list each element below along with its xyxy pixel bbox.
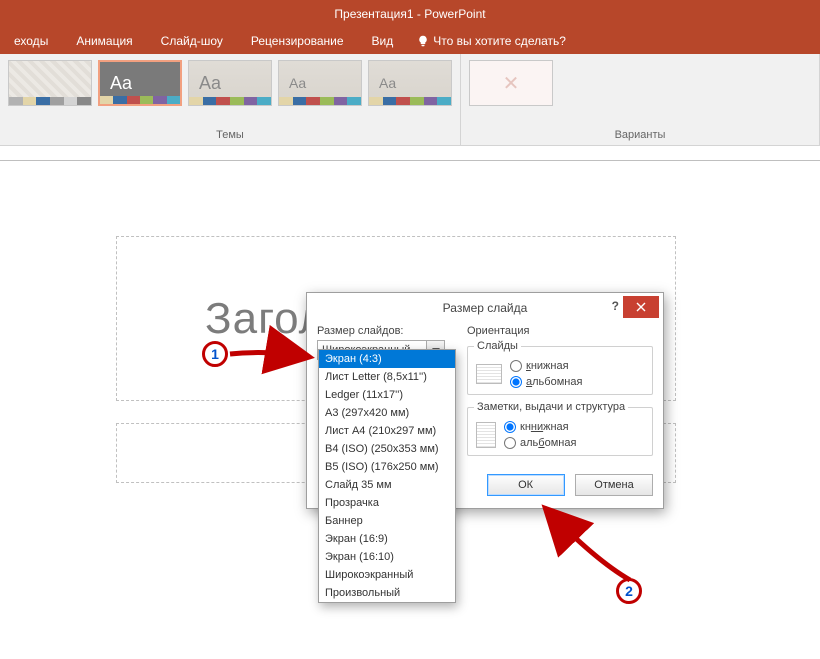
dropdown-option[interactable]: Произвольный <box>319 584 455 602</box>
group-label-variants: Варианты <box>469 127 811 145</box>
radio-slides-portrait[interactable]: книжная <box>510 360 582 372</box>
group-label-themes: Темы <box>8 127 452 145</box>
lightbulb-icon <box>417 35 429 47</box>
orientation-label: Ориентация <box>467 325 653 337</box>
orientation-thumb-icon <box>476 364 502 384</box>
dropdown-option[interactable]: B5 (ISO) (176x250 мм) <box>319 458 455 476</box>
ribbon-tabs: еходы Анимация Слайд-шоу Рецензирование … <box>0 28 820 54</box>
dialog-title: Размер слайда <box>443 301 528 315</box>
tab-animation[interactable]: Анимация <box>62 30 146 54</box>
tab-slideshow[interactable]: Слайд-шоу <box>147 30 237 54</box>
group-variants: ✕ Варианты <box>461 54 820 145</box>
cancel-button[interactable]: Отмена <box>575 474 653 496</box>
radio-notes-landscape[interactable]: альбомная <box>504 437 576 449</box>
radio-notes-portrait[interactable]: кннижная <box>504 421 576 433</box>
theme-thumbnail[interactable] <box>8 60 92 106</box>
slide-size-dialog: Размер слайда ? Размер слайдов: Широкоэк… <box>306 292 664 509</box>
dropdown-option[interactable]: A3 (297x420 мм) <box>319 404 455 422</box>
titlebar: Презентация1 - PowerPoint <box>0 0 820 28</box>
radio-slides-landscape[interactable]: альбомная <box>510 376 582 388</box>
orientation-thumb-icon <box>476 422 496 448</box>
dropdown-option[interactable]: Экран (4:3) <box>319 350 455 368</box>
tab-review[interactable]: Рецензирование <box>237 30 358 54</box>
dropdown-option[interactable]: Слайд 35 мм <box>319 476 455 494</box>
orientation-slides-group: Слайды книжная альбомная <box>467 340 653 395</box>
theme-thumbnail-selected[interactable]: Aa <box>98 60 182 106</box>
dropdown-option[interactable]: Ledger (11x17'') <box>319 386 455 404</box>
size-dropdown-list[interactable]: Экран (4:3) Лист Letter (8,5x11'') Ledge… <box>318 349 456 603</box>
dropdown-option[interactable]: Экран (16:9) <box>319 530 455 548</box>
theme-thumbnail[interactable]: Aa <box>368 60 452 106</box>
annotation-badge-2: 2 <box>616 578 642 604</box>
tab-transitions[interactable]: еходы <box>0 30 62 54</box>
dropdown-option[interactable]: Прозрачка <box>319 494 455 512</box>
dialog-titlebar[interactable]: Размер слайда ? <box>307 293 663 323</box>
close-icon <box>636 302 646 312</box>
variant-thumbnail[interactable]: ✕ <box>469 60 553 106</box>
dropdown-option[interactable]: Баннер <box>319 512 455 530</box>
x-icon: ✕ <box>503 71 520 96</box>
dropdown-option[interactable]: Лист Letter (8,5x11'') <box>319 368 455 386</box>
size-label: Размер слайдов: <box>317 325 457 337</box>
help-button[interactable]: ? <box>612 299 619 313</box>
dialog-right-column: Ориентация Слайды книжная альбомная Заме… <box>467 325 653 462</box>
annotation-badge-1: 1 <box>202 341 228 367</box>
ok-button[interactable]: ОК <box>487 474 565 496</box>
dropdown-option[interactable]: Широкоэкранный <box>319 566 455 584</box>
ribbon: Aa Aa Aa Aa Темы ✕ Варианты <box>0 54 820 146</box>
dropdown-option[interactable]: Лист A4 (210x297 мм) <box>319 422 455 440</box>
theme-thumbnail[interactable]: Aa <box>278 60 362 106</box>
orientation-notes-group: Заметки, выдачи и структура кннижная аль… <box>467 401 653 456</box>
tab-view[interactable]: Вид <box>358 30 408 54</box>
close-button[interactable] <box>623 296 659 318</box>
dropdown-option[interactable]: B4 (ISO) (250x353 мм) <box>319 440 455 458</box>
theme-thumbnail[interactable]: Aa <box>188 60 272 106</box>
tell-me[interactable]: Что вы хотите сделать? <box>407 30 580 54</box>
window-title: Презентация1 - PowerPoint <box>334 7 485 21</box>
dropdown-option[interactable]: Экран (16:10) <box>319 548 455 566</box>
group-themes: Aa Aa Aa Aa Темы <box>0 54 461 145</box>
